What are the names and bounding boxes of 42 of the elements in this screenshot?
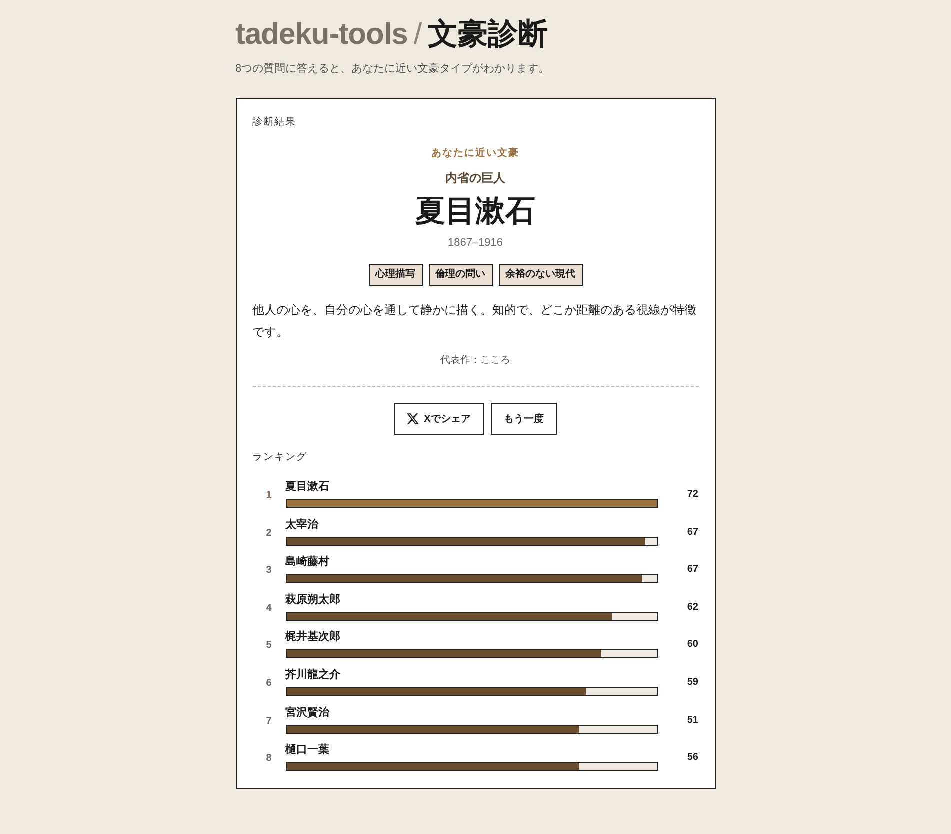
retry-button[interactable]: もう一度 bbox=[490, 403, 557, 435]
site-name: tadeku-tools bbox=[236, 17, 408, 53]
trait-tag: 倫理の問い bbox=[428, 264, 492, 286]
author-name: 夏目漱石 bbox=[416, 194, 536, 230]
representative-work: 代表作：こころ bbox=[440, 354, 512, 368]
rank-number: 8 bbox=[266, 752, 272, 764]
page-title: 文豪診断 bbox=[428, 17, 548, 53]
x-logo-icon bbox=[407, 413, 420, 425]
trait-tag: 心理描写 bbox=[368, 264, 422, 286]
rank-number: 7 bbox=[266, 714, 272, 727]
score-value: 60 bbox=[687, 638, 698, 650]
author-name-label: 樋口一葉 bbox=[286, 742, 330, 758]
title-separator: / bbox=[414, 17, 422, 53]
score-value: 59 bbox=[687, 676, 698, 688]
author-years: 1867–1916 bbox=[448, 236, 504, 251]
score-value: 67 bbox=[687, 526, 698, 538]
rank-number: 4 bbox=[266, 602, 272, 614]
trait-tag: 余裕のない現代 bbox=[498, 264, 582, 286]
score-value: 56 bbox=[687, 751, 698, 764]
author-name-label: 宮沢賢治 bbox=[286, 706, 330, 721]
author-name-label: 梶井基次郎 bbox=[286, 630, 340, 646]
author-name-label: 島崎藤村 bbox=[286, 554, 330, 570]
result-eyebrow: あなたに近い文豪 bbox=[432, 146, 520, 161]
page-subtitle: 8つの質問に答えると、あなたに近い文豪タイプがわかります。 bbox=[236, 62, 551, 77]
share-button[interactable]: Xでシェア bbox=[394, 403, 484, 435]
score-value: 62 bbox=[687, 600, 698, 613]
score-value: 51 bbox=[687, 714, 698, 726]
result-heading: 診断結果 bbox=[252, 116, 298, 130]
author-name-label: 太宰治 bbox=[286, 518, 318, 533]
ranking-heading: ランキング bbox=[252, 451, 308, 465]
result-description: 他人の心を、自分の心を通して静かに描く。知的で、どこか距離のある視線が特徴です。 bbox=[252, 302, 698, 341]
author-name-label: 芥川龍之介 bbox=[286, 668, 340, 683]
type-name: 内省の巨人 bbox=[446, 170, 506, 187]
rank-number: 2 bbox=[266, 526, 272, 539]
author-name-label: 夏目漱石 bbox=[286, 480, 330, 495]
score-value: 67 bbox=[687, 563, 698, 576]
rank-number: 6 bbox=[266, 676, 272, 689]
rank-number: 1 bbox=[266, 489, 272, 501]
rank-number: 5 bbox=[266, 639, 272, 652]
rank-number: 3 bbox=[266, 564, 272, 576]
score-value: 72 bbox=[687, 488, 698, 500]
author-name-label: 萩原朔太郎 bbox=[286, 592, 340, 608]
